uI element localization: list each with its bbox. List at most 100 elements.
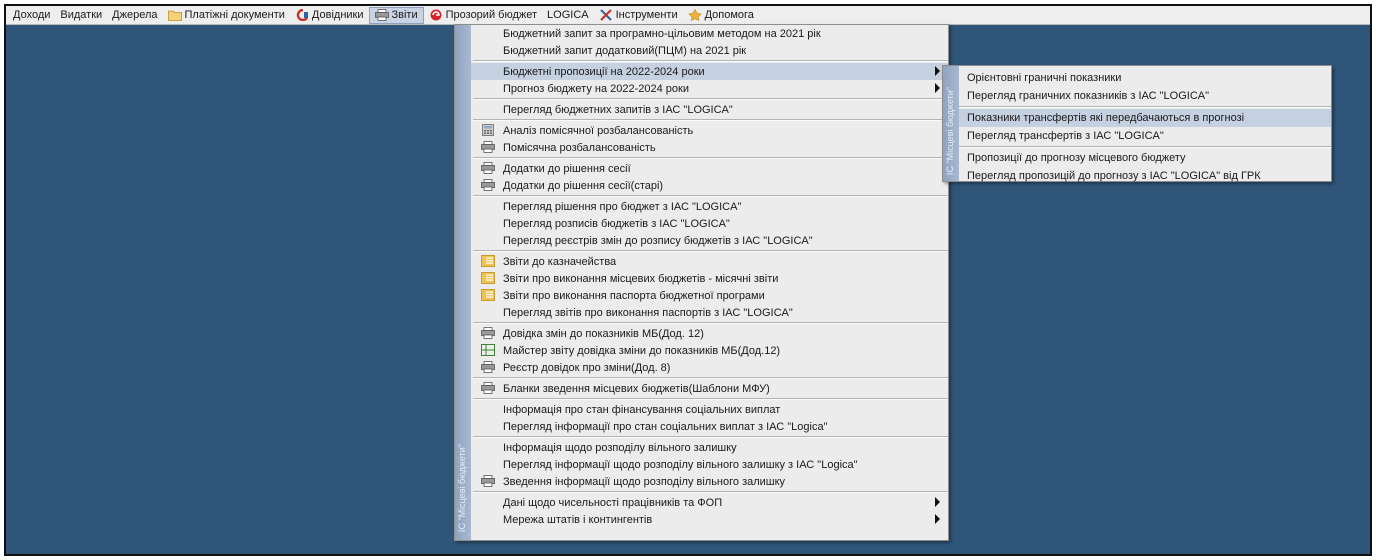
report-menu-item-label: Зведення інформації щодо розподілу вільн… <box>503 475 786 488</box>
menu-separator <box>473 60 948 62</box>
report-folder-icon <box>481 289 495 301</box>
calculator-icon <box>481 124 495 136</box>
report-menu-item[interactable]: Майстер звіту довідка зміни до показникі… <box>471 342 948 359</box>
report-menu-item[interactable]: Аналіз помісячної розбалансованість <box>471 122 948 139</box>
report-menu-item[interactable]: Перегляд бюджетних запитів з ІАС "LOGICA… <box>471 101 948 118</box>
report-menu-item[interactable]: Звіти до казначейства <box>471 253 948 270</box>
report-menu-item[interactable]: Зведення інформації щодо розподілу вільн… <box>471 473 948 490</box>
report-menu-item[interactable]: Перегляд розписів бюджетів з ІАС "LOGICA… <box>471 215 948 232</box>
report-menu-item-label: Дані щодо чисельності працівників та ФОП <box>503 496 723 509</box>
menubar-item-2[interactable]: Джерела <box>107 7 162 24</box>
report-menu-item[interactable]: Реєстр довідок про зміни(Дод. 8) <box>471 359 948 376</box>
menubar-item-1[interactable]: Видатки <box>55 7 107 24</box>
submenu-side-label: ІС "Місцеві бюджети" <box>945 86 955 175</box>
menu-side-label: ІС "Місцеві бюджети" <box>457 443 467 532</box>
menubar-item-7[interactable]: LOGICA <box>542 7 594 24</box>
folder-icon <box>167 9 182 21</box>
submenu-item[interactable]: Пропозиції до прогнозу місцевого бюджету <box>959 149 1331 167</box>
printer-icon <box>481 361 495 373</box>
report-menu-item-label: Прогноз бюджету на 2022-2024 роки <box>503 82 689 95</box>
report-menu-item[interactable]: Бюджетні пропозиції на 2022-2024 роки <box>471 63 948 80</box>
report-menu-item-label: Перегляд інформації про стан соціальних … <box>503 420 828 433</box>
menubar-item-0[interactable]: Доходи <box>8 7 55 24</box>
report-menu-item-label: Перегляд рішення про бюджет з ІАС "LOGIC… <box>503 200 742 213</box>
report-menu-item[interactable]: Додатки до рішення сесії(старі) <box>471 177 948 194</box>
report-menu-item-label: Інформація про стан фінансування соціаль… <box>503 403 781 416</box>
report-menu-item[interactable]: Перегляд рішення про бюджет з ІАС "LOGIC… <box>471 198 948 215</box>
report-menu-item-label: Перегляд інформації щодо розподілу вільн… <box>503 458 858 471</box>
submenu-item[interactable]: Перегляд граничних показників з ІАС "LOG… <box>959 87 1331 105</box>
report-menu-item[interactable]: Довідка змін до показників МБ(Дод. 12) <box>471 325 948 342</box>
report-menu-item[interactable]: Бланки зведення місцевих бюджетів(Шаблон… <box>471 380 948 397</box>
report-menu-item[interactable]: Помісячна розбалансованість <box>471 139 948 156</box>
report-folder-icon <box>481 272 495 284</box>
submenu-item[interactable]: Перегляд пропозицій до прогнозу з ІАС "L… <box>959 167 1331 185</box>
report-menu-item-label: Додатки до рішення сесії(старі) <box>503 179 664 192</box>
report-menu-item[interactable]: Бюджетний запит за програмно-цільовим ме… <box>471 25 948 42</box>
report-menu-item[interactable]: Бюджетний запит додатковий(ПЦМ) на 2021 … <box>471 42 948 59</box>
menubar-item-label: LOGICA <box>547 9 589 21</box>
report-menu-item-label: Перегляд бюджетних запитів з ІАС "LOGICA… <box>503 103 733 116</box>
report-menu-item-label: Аналіз помісячної розбалансованість <box>503 124 694 137</box>
app-window: Доходи Видатки Джерела Платіжні документи До… <box>4 4 1372 556</box>
report-menu-item[interactable]: Дані щодо чисельності працівників та ФОП <box>471 494 948 511</box>
printer-icon <box>481 382 495 394</box>
printer-icon <box>481 327 495 339</box>
printer-icon <box>481 475 495 487</box>
report-menu-item[interactable]: Перегляд звітів про виконання паспортів … <box>471 304 948 321</box>
submenu-item[interactable]: Орієнтовні граничні показники <box>959 69 1331 87</box>
report-menu-item[interactable]: Інформація про стан фінансування соціаль… <box>471 401 948 418</box>
printer-icon <box>374 9 389 21</box>
menubar-item-3[interactable]: Платіжні документи <box>163 7 290 24</box>
menu-separator <box>473 436 948 438</box>
submenu-item-label: Показники трансфертів які передбачаються… <box>967 112 1245 124</box>
submenu-item-label: Перегляд трансфертів з ІАС "LOGICA" <box>967 130 1164 142</box>
report-menu-item[interactable]: Мережа штатів і контингентів <box>471 511 948 528</box>
submenu-separator <box>959 106 1331 108</box>
report-menu-item-label: Додатки до рішення сесії <box>503 162 631 175</box>
menubar-item-6[interactable]: Прозорий бюджет <box>424 7 542 24</box>
report-menu-item[interactable]: Прогноз бюджету на 2022-2024 роки <box>471 80 948 97</box>
menubar-item-4[interactable]: Довідники <box>290 7 369 24</box>
menubar-item-label: Доходи <box>13 9 51 21</box>
report-menu-item[interactable]: Перегляд інформації про стан соціальних … <box>471 418 948 435</box>
report-menu-item[interactable]: Інформація щодо розподілу вільного залиш… <box>471 439 948 456</box>
report-menu-item[interactable]: Додатки до рішення сесії <box>471 160 948 177</box>
submenu-item[interactable]: Перегляд трансфертів з ІАС "LOGICA" <box>959 127 1331 145</box>
menu-separator <box>473 491 948 493</box>
reports-dropdown-menu: ІС "Місцеві бюджети" Бюджетний запит за … <box>454 24 949 541</box>
report-menu-item-label: Бюджетні пропозиції на 2022-2024 роки <box>503 65 705 78</box>
submenu-item-label: Перегляд граничних показників з ІАС "LOG… <box>967 90 1210 102</box>
menu-separator <box>473 195 948 197</box>
submenu-arrow-icon <box>935 66 940 76</box>
budget-proposals-submenu: ІС "Місцеві бюджети" Орієнтовні граничні… <box>942 65 1332 182</box>
menu-separator <box>473 157 948 159</box>
printer-icon <box>481 141 495 153</box>
menu-bar: Доходи Видатки Джерела Платіжні документи До… <box>6 6 1370 25</box>
menubar-item-label: Звіти <box>391 9 418 21</box>
printer-icon <box>481 162 495 174</box>
report-menu-item-label: Звіти про виконання паспорта бюджетної п… <box>503 289 765 302</box>
tools-icon <box>599 9 613 21</box>
report-menu-item[interactable]: Перегляд реєстрів змін до розпису бюджет… <box>471 232 948 249</box>
menu-separator <box>473 322 948 324</box>
menubar-item-5[interactable]: Звіти <box>368 6 424 24</box>
menu-separator <box>473 98 948 100</box>
printer-icon <box>481 179 495 191</box>
menubar-item-8[interactable]: Інструменти <box>594 7 683 24</box>
report-menu-item[interactable]: Перегляд інформації щодо розподілу вільн… <box>471 456 948 473</box>
transparent-budget-icon <box>429 9 443 21</box>
report-menu-item-label: Звіти до казначейства <box>503 255 617 268</box>
report-menu-item[interactable]: Звіти про виконання місцевих бюджетів - … <box>471 270 948 287</box>
report-menu-item-label: Бюджетний запит додатковий(ПЦМ) на 2021 … <box>503 44 747 57</box>
submenu-item[interactable]: Показники трансфертів які передбачаються… <box>959 109 1331 127</box>
report-menu-item-label: Реєстр довідок про зміни(Дод. 8) <box>503 361 671 374</box>
menu-separator <box>473 250 948 252</box>
menubar-item-9[interactable]: Допомога <box>683 7 759 24</box>
menubar-item-label: Видатки <box>60 9 103 21</box>
report-menu-item[interactable]: Звіти про виконання паспорта бюджетної п… <box>471 287 948 304</box>
menu-separator <box>473 119 948 121</box>
directory-icon <box>295 8 309 22</box>
submenu-arrow-icon <box>935 497 940 507</box>
grid-icon <box>481 344 495 356</box>
